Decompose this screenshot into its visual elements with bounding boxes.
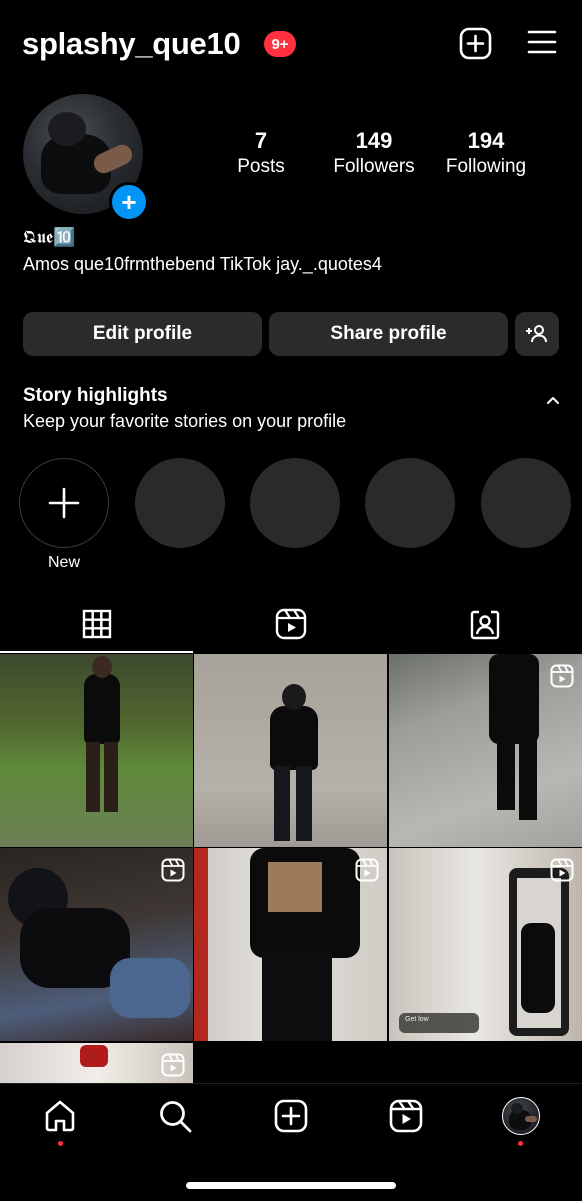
highlight-placeholder xyxy=(135,458,225,548)
profile-username[interactable]: splashy_que10 xyxy=(22,26,241,62)
posts-label: Posts xyxy=(237,156,285,177)
followers-label: Followers xyxy=(333,156,415,177)
discover-people-button[interactable] xyxy=(515,312,559,356)
tab-reels[interactable] xyxy=(194,598,388,650)
tab-posts-grid[interactable] xyxy=(0,598,194,650)
reel-badge-icon xyxy=(161,858,185,882)
followers-value: 149 xyxy=(355,128,393,153)
grid-post[interactable] xyxy=(0,654,193,847)
reel-badge-icon xyxy=(161,1053,185,1077)
followers-count[interactable]: 149 Followers xyxy=(323,128,425,180)
nav-reels[interactable] xyxy=(388,1098,424,1134)
nav-search[interactable] xyxy=(157,1098,193,1134)
nav-home[interactable] xyxy=(42,1098,78,1134)
home-indicator xyxy=(186,1182,396,1189)
highlights-subtitle: Keep your favorite stories on your profi… xyxy=(23,411,347,431)
grid-reel[interactable] xyxy=(0,1043,193,1083)
grid-icon xyxy=(82,609,112,639)
edit-profile-button[interactable]: Edit profile xyxy=(23,312,262,356)
reels-icon xyxy=(275,608,307,640)
highlight-placeholder xyxy=(365,458,455,548)
bio-text: Amos que10frmthebend TikTok jay._.quotes… xyxy=(23,254,382,274)
posts-value: 7 xyxy=(254,128,268,153)
grid-reel[interactable] xyxy=(194,848,387,1041)
tagged-icon xyxy=(470,610,500,640)
active-tab-indicator xyxy=(0,651,193,653)
following-count[interactable]: 194 Following xyxy=(437,128,535,180)
grid-post[interactable] xyxy=(194,654,387,847)
music-sticker: Get low xyxy=(399,1013,479,1033)
new-highlight-button[interactable] xyxy=(19,458,109,548)
notification-badge[interactable]: 9+ xyxy=(264,31,296,57)
home-notification-dot xyxy=(58,1141,63,1146)
reel-badge-icon xyxy=(550,664,574,688)
home-icon xyxy=(45,1100,75,1132)
following-label: Following xyxy=(445,156,527,177)
grid-reel[interactable] xyxy=(0,848,193,1041)
highlights-title: Story highlights xyxy=(23,385,168,406)
following-value: 194 xyxy=(467,128,505,153)
plus-icon xyxy=(48,487,80,519)
menu-icon[interactable] xyxy=(527,29,557,55)
display-name: 𝕼𝖚𝖊🔟 xyxy=(23,227,76,248)
highlight-placeholder xyxy=(481,458,571,548)
highlight-placeholder xyxy=(250,458,340,548)
grid-reel[interactable] xyxy=(389,654,582,847)
new-highlight-label: New xyxy=(47,554,80,571)
chevron-up-icon[interactable] xyxy=(545,392,561,408)
tab-tagged[interactable] xyxy=(388,598,582,650)
posts-count[interactable]: 7 Posts xyxy=(226,128,296,180)
reel-badge-icon xyxy=(355,858,379,882)
add-story-icon[interactable]: + xyxy=(109,182,149,222)
search-icon xyxy=(160,1101,192,1133)
reel-badge-icon xyxy=(550,858,574,882)
add-person-icon xyxy=(526,325,547,343)
grid-reel[interactable]: Get low xyxy=(389,848,582,1041)
nav-create[interactable] xyxy=(273,1098,309,1134)
reels-icon xyxy=(389,1099,423,1133)
add-post-icon[interactable] xyxy=(459,27,492,60)
share-profile-button[interactable]: Share profile xyxy=(269,312,508,356)
create-icon xyxy=(274,1099,308,1133)
profile-notification-dot xyxy=(518,1141,523,1146)
nav-profile-avatar[interactable] xyxy=(502,1097,540,1135)
